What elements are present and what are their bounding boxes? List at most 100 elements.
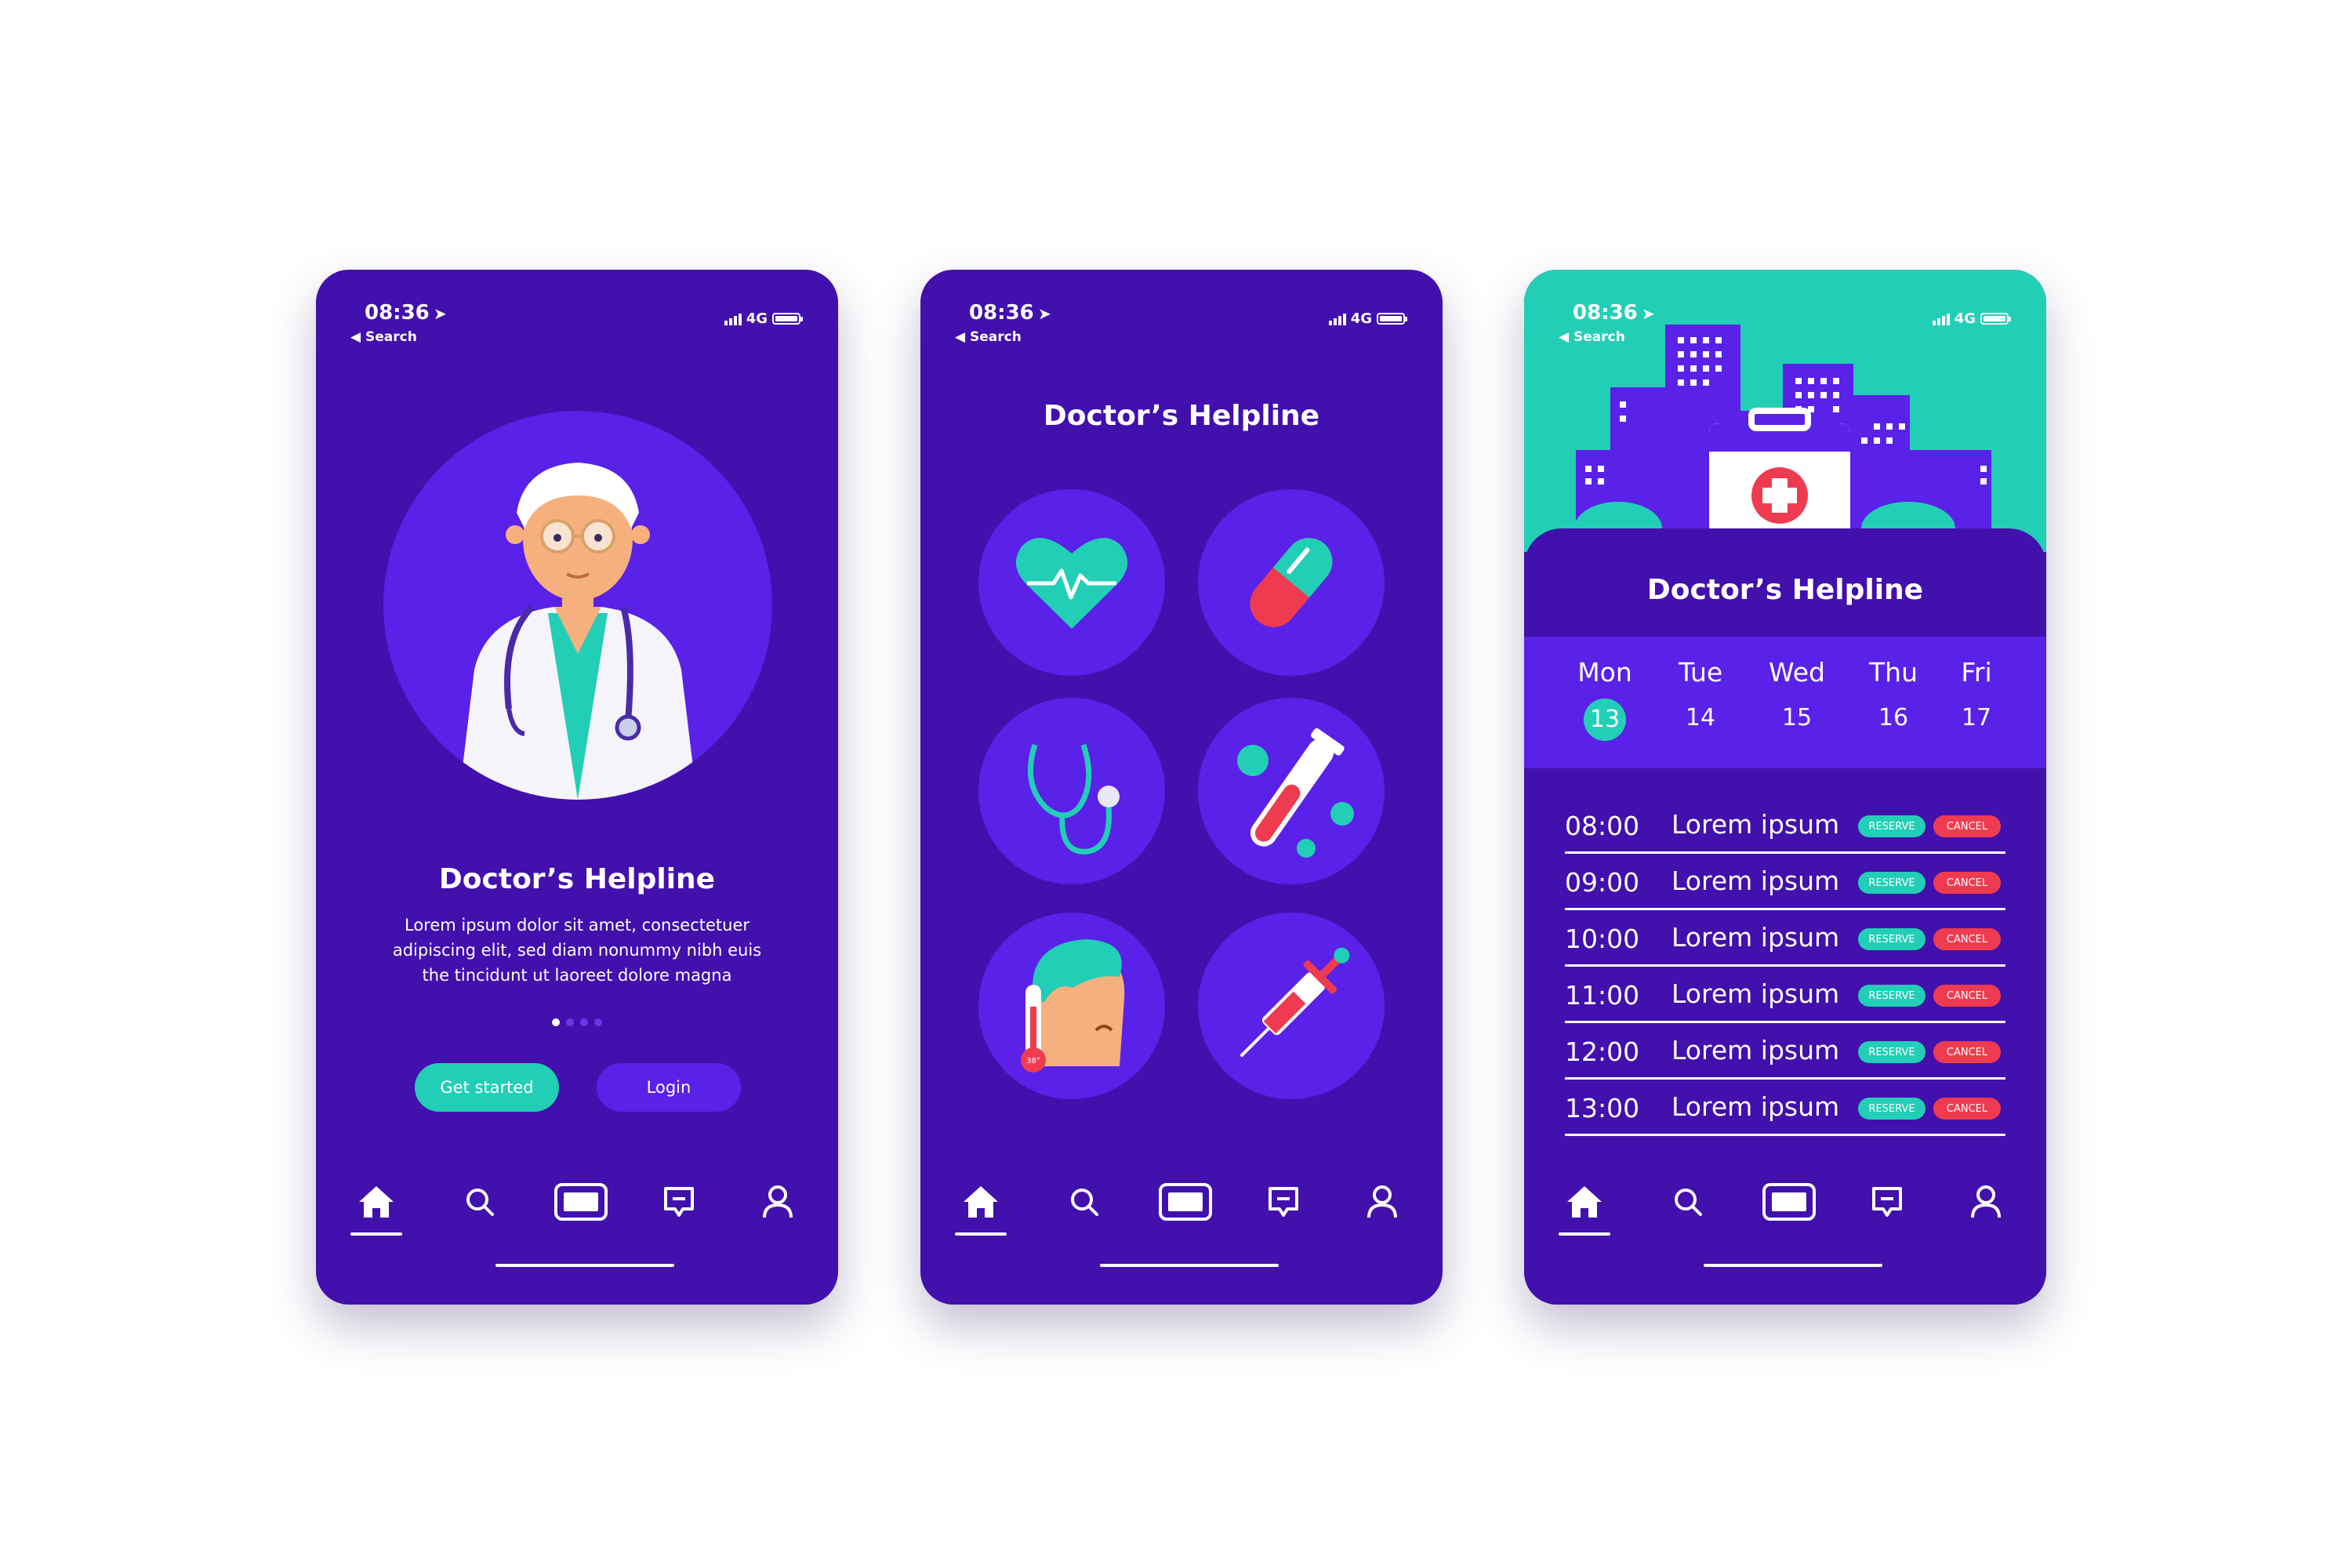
chat-icon[interactable] bbox=[653, 1176, 705, 1228]
signal-icon bbox=[1932, 313, 1950, 325]
categories-screen: 08:36 ➤ ◀ Search 4G Doctor’s Helpline 38… bbox=[920, 270, 1443, 1305]
home-icon[interactable] bbox=[1559, 1176, 1610, 1228]
day-item[interactable]: Fri 17 bbox=[1933, 637, 2020, 738]
cancel-button[interactable]: CANCEL bbox=[1933, 1041, 2001, 1063]
stethoscope-category-button[interactable] bbox=[978, 698, 1165, 884]
slot-label: Lorem ipsum bbox=[1671, 866, 1840, 896]
slot-label: Lorem ipsum bbox=[1671, 1035, 1840, 1065]
stethoscope-icon bbox=[1028, 743, 1120, 855]
day-date: 14 bbox=[1685, 704, 1716, 731]
description-line: adipiscing elit, sed diam nonummy nibh e… bbox=[392, 941, 762, 960]
search-icon[interactable] bbox=[1058, 1176, 1110, 1228]
back-label: Search bbox=[1573, 329, 1625, 345]
reserve-button[interactable]: RESERVE bbox=[1858, 1098, 1926, 1120]
slot-label: Lorem ipsum bbox=[1671, 922, 1840, 953]
day-name: Mon bbox=[1577, 657, 1632, 688]
time-slot-row: 09:00 Lorem ipsum RESERVE CANCEL bbox=[1565, 851, 2005, 910]
time-slot-row: 12:00 Lorem ipsum RESERVE CANCEL bbox=[1565, 1021, 2005, 1080]
search-icon[interactable] bbox=[1662, 1176, 1714, 1228]
reserve-button[interactable]: RESERVE bbox=[1858, 872, 1926, 894]
bottom-nav bbox=[316, 1176, 838, 1239]
search-icon[interactable] bbox=[454, 1176, 506, 1228]
reserve-button[interactable]: RESERVE bbox=[1858, 815, 1926, 837]
cancel-button[interactable]: CANCEL bbox=[1933, 985, 2001, 1007]
time-slot-row: 11:00 Lorem ipsum RESERVE CANCEL bbox=[1565, 964, 2005, 1023]
profile-icon[interactable] bbox=[1356, 1176, 1408, 1228]
day-date: 16 bbox=[1878, 704, 1909, 731]
page-indicator bbox=[316, 1018, 838, 1026]
day-date-selected: 13 bbox=[1584, 699, 1626, 741]
status-time: 08:36 bbox=[969, 301, 1034, 325]
status-indicators: 4G bbox=[1328, 310, 1407, 327]
back-to-search-link[interactable]: ◀ Search bbox=[1559, 329, 1625, 345]
cancel-button[interactable]: CANCEL bbox=[1933, 815, 2001, 837]
slot-time: 12:00 bbox=[1565, 1036, 1640, 1067]
bottom-nav bbox=[920, 1176, 1443, 1239]
active-tab-indicator bbox=[350, 1232, 402, 1236]
home-icon[interactable] bbox=[350, 1176, 402, 1228]
day-item[interactable]: Thu 16 bbox=[1850, 637, 1936, 738]
home-icon[interactable] bbox=[955, 1176, 1007, 1228]
profile-icon[interactable] bbox=[752, 1176, 804, 1228]
day-picker: Mon 13 Tue 14 Wed 15 Thu 16 Fri 17 bbox=[1524, 637, 2046, 768]
day-item[interactable]: Wed 15 bbox=[1754, 637, 1840, 738]
description-line: the tincidunt ut laoreet dolore magna bbox=[422, 966, 732, 985]
network-label: 4G bbox=[746, 310, 768, 327]
fever-category-button[interactable]: 38° bbox=[978, 913, 1165, 1099]
thermometer-patient-icon: 38° bbox=[1021, 939, 1125, 1073]
test-tube-category-button[interactable] bbox=[1198, 698, 1385, 884]
slot-label: Lorem ipsum bbox=[1671, 809, 1840, 840]
status-time: 08:36 bbox=[1573, 301, 1638, 325]
thermometer-label: 38° bbox=[1026, 1057, 1040, 1065]
status-time: 08:36 bbox=[365, 301, 430, 325]
doctor-illustration bbox=[383, 411, 772, 800]
active-tab-indicator bbox=[1559, 1232, 1610, 1236]
time-slot-row: 08:00 Lorem ipsum RESERVE CANCEL bbox=[1565, 795, 2005, 854]
card-icon[interactable] bbox=[1761, 1176, 1817, 1228]
signal-icon bbox=[724, 313, 742, 325]
pill-category-button[interactable] bbox=[1198, 489, 1385, 676]
slot-time: 11:00 bbox=[1565, 980, 1640, 1011]
page-dot[interactable] bbox=[580, 1018, 588, 1026]
heart-category-button[interactable] bbox=[978, 489, 1165, 676]
page-dot[interactable] bbox=[566, 1018, 574, 1026]
time-slot-row: 13:00 Lorem ipsum RESERVE CANCEL bbox=[1565, 1077, 2005, 1136]
status-bar: 08:36 ➤ ◀ Search 4G bbox=[316, 301, 838, 348]
card-icon[interactable] bbox=[553, 1176, 609, 1228]
reserve-button[interactable]: RESERVE bbox=[1858, 985, 1926, 1007]
profile-icon[interactable] bbox=[1960, 1176, 2012, 1228]
reserve-button[interactable]: RESERVE bbox=[1858, 1041, 1926, 1063]
page-title: Doctor’s Helpline bbox=[1646, 574, 1924, 606]
syringe-icon bbox=[1240, 947, 1350, 1058]
day-item[interactable]: Mon 13 bbox=[1562, 637, 1648, 741]
test-tube-icon bbox=[1237, 728, 1354, 858]
status-bar: 08:36 ➤ ◀ Search 4G bbox=[920, 301, 1443, 348]
slot-time: 10:00 bbox=[1565, 924, 1640, 954]
slot-label: Lorem ipsum bbox=[1671, 978, 1840, 1009]
day-date: 17 bbox=[1961, 704, 1992, 731]
cancel-button[interactable]: CANCEL bbox=[1933, 1098, 2001, 1120]
cancel-button[interactable]: CANCEL bbox=[1933, 928, 2001, 950]
chat-icon[interactable] bbox=[1258, 1176, 1309, 1228]
day-item[interactable]: Tue 14 bbox=[1657, 637, 1744, 738]
heart-icon bbox=[1015, 538, 1128, 629]
get-started-button[interactable]: Get started bbox=[415, 1063, 559, 1112]
back-to-search-link[interactable]: ◀ Search bbox=[955, 329, 1022, 345]
schedule-screen: 08:36 ➤ ◀ Search 4G Doctor’s Helpline Mo… bbox=[1524, 270, 2046, 1305]
description-line: Lorem ipsum dolor sit amet, consectetuer bbox=[405, 916, 750, 935]
reserve-button[interactable]: RESERVE bbox=[1858, 928, 1926, 950]
chat-icon[interactable] bbox=[1861, 1176, 1913, 1228]
cancel-button[interactable]: CANCEL bbox=[1933, 872, 2001, 894]
page-dot[interactable] bbox=[552, 1018, 560, 1026]
syringe-category-button[interactable] bbox=[1198, 913, 1385, 1099]
page-dot[interactable] bbox=[594, 1018, 602, 1026]
card-icon[interactable] bbox=[1157, 1176, 1214, 1228]
back-to-search-link[interactable]: ◀ Search bbox=[350, 329, 417, 345]
status-indicators: 4G bbox=[1932, 310, 2011, 327]
location-arrow-icon: ➤ bbox=[1038, 304, 1051, 323]
battery-icon bbox=[1980, 313, 2011, 325]
login-button[interactable]: Login bbox=[597, 1063, 741, 1112]
location-arrow-icon: ➤ bbox=[1642, 304, 1655, 323]
page-title: Doctor’s Helpline bbox=[438, 863, 716, 895]
network-label: 4G bbox=[1350, 310, 1372, 327]
